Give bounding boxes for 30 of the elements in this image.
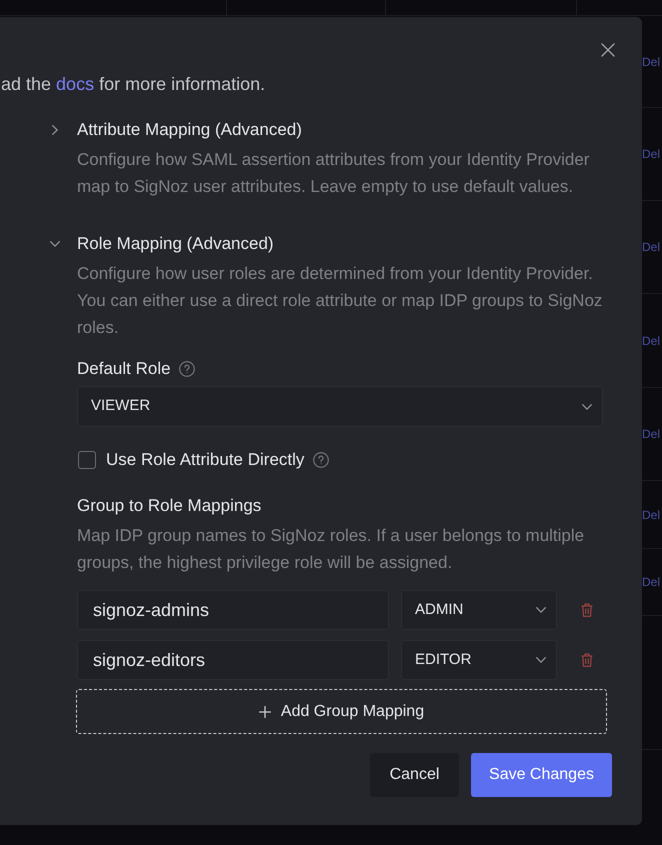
checkbox-label[interactable]: Use Role Attribute Directly [106,448,304,472]
help-icon[interactable] [178,361,195,377]
section-title[interactable]: Attribute Mapping (Advanced) [77,118,302,142]
group-name-field[interactable]: signoz-admins [77,590,389,630]
intro-text: ad the docs for more information. [0,73,266,96]
group-title: Group to Role Mappings [77,495,262,517]
chevron-down-icon[interactable] [50,241,60,247]
chevron-down-icon[interactable] [536,657,546,663]
close-icon[interactable] [601,43,615,57]
role-select[interactable]: ADMIN [401,590,557,630]
section-title[interactable]: Role Mapping (Advanced) [77,232,274,256]
role-select[interactable]: VIEWER [77,386,603,427]
plus-icon [258,706,271,718]
field-label: Default Role [77,358,171,380]
chevron-down-icon[interactable] [536,607,546,613]
section-description: Configure how user roles are determined from your Identity Provider. You can either use a direct role attribute or map IDP groups to SigNoz roles. [77,263,604,339]
checkbox[interactable] [78,451,96,469]
help-icon[interactable] [313,452,330,468]
role-select[interactable]: EDITOR [401,640,557,680]
cancel-button[interactable]: Cancel [370,753,459,797]
group-description: Map IDP group names to SigNoz roles. If a user belongs to multiple groups, the highest privilege role will be assigned. [77,525,586,574]
trash-icon[interactable] [581,653,593,667]
add-group-mapping-button[interactable]: Add Group Mapping [76,689,607,734]
group-name-field[interactable]: signoz-editors [77,640,389,680]
section-description: Configure how SAML assertion attributes from your Identity Provider map to SigNoz user attributes. Leave empty to use default values. [77,149,590,198]
trash-icon[interactable] [581,603,593,617]
chevron-right-icon[interactable] [52,125,58,135]
save-button[interactable]: Save Changes [471,753,612,797]
chevron-down-icon[interactable] [582,404,592,410]
docs-link[interactable]: docs [56,74,94,94]
